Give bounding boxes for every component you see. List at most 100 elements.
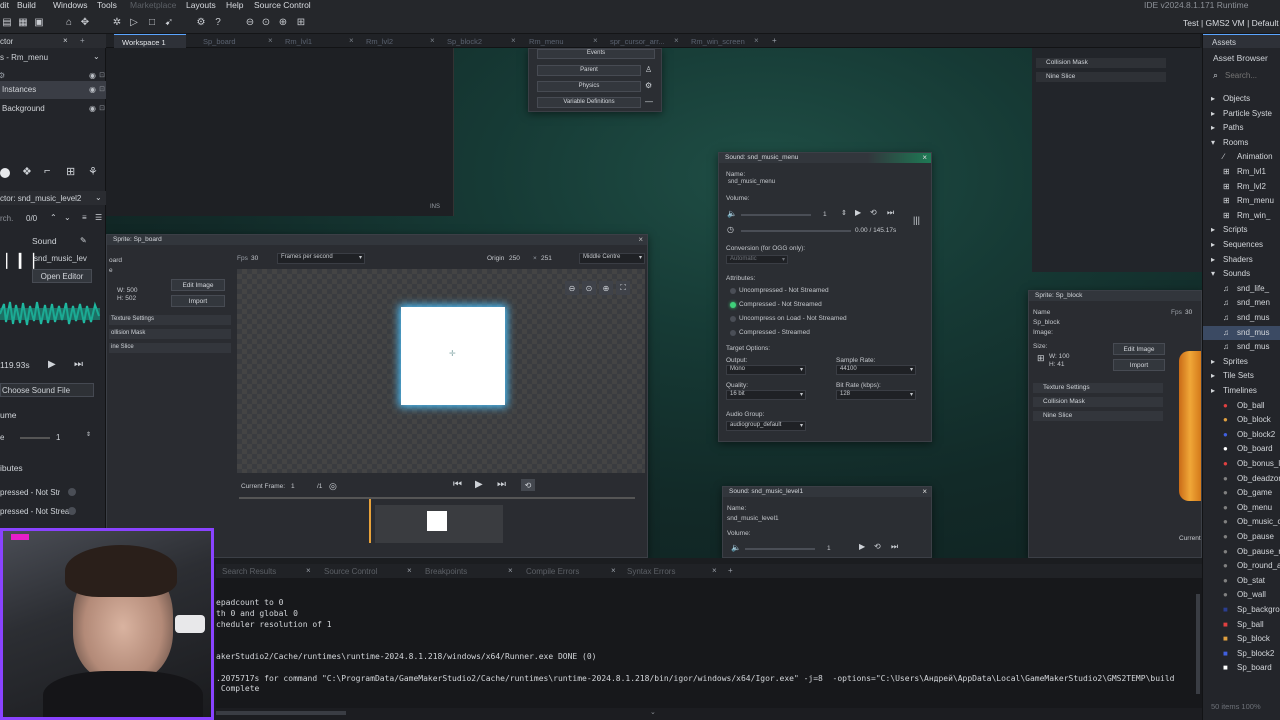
tab-source-control[interactable]: Source Control (324, 567, 377, 576)
nine-slice-section[interactable]: Nine Slice (1033, 411, 1163, 421)
close-icon[interactable]: × (407, 566, 412, 575)
collision-mask-section[interactable]: Collision Mask (1036, 58, 1166, 68)
skip-end-icon[interactable]: ⏭ (74, 359, 83, 370)
tile-layer-icon[interactable]: ❖ (22, 165, 32, 178)
asset-item[interactable]: ● Ob_round_a (1203, 559, 1280, 573)
asset-item[interactable]: ▾ Sounds (1203, 267, 1280, 281)
edit-image-button[interactable]: Edit Image (171, 279, 225, 291)
attribute-option[interactable]: Uncompressed - Not Streamed (739, 287, 829, 294)
stop-icon[interactable]: □ (145, 15, 159, 29)
close-icon[interactable]: × (430, 36, 435, 45)
progress-bar[interactable] (741, 230, 851, 232)
asset-item[interactable]: ● Ob_board (1203, 442, 1280, 456)
assets-tab[interactable]: Assets (1203, 34, 1280, 48)
audio-group-select[interactable]: audiogroup_default ▾ (726, 421, 806, 431)
output-select[interactable]: Mono ▾ (726, 365, 806, 375)
asset-search-input[interactable] (1225, 68, 1279, 82)
menu-icon[interactable]: ☰ (95, 213, 102, 222)
zoom-in-icon[interactable]: ⊕ (599, 281, 613, 295)
tab-rm-win-screen[interactable]: Rm_win_screen (691, 34, 745, 48)
chevron-down-icon[interactable]: ⌄ (93, 52, 100, 61)
horizontal-scrollbar[interactable] (216, 711, 346, 715)
menu-windows[interactable]: Windows (53, 0, 87, 10)
scrollbar[interactable] (1196, 594, 1200, 694)
volume-slider[interactable] (20, 437, 50, 439)
collision-mask-section[interactable]: Collision Mask (1033, 397, 1163, 407)
play-icon[interactable]: ▶ (855, 208, 861, 217)
asset-item[interactable]: ● Ob_block2 (1203, 428, 1280, 442)
close-icon[interactable]: × (922, 153, 927, 162)
tab-sp-board[interactable]: Sp_board (203, 34, 236, 48)
conversion-select[interactable]: Automatic ▾ (726, 255, 788, 264)
attr-option-2[interactable]: pressed - Not Streai (0, 507, 71, 516)
asset-item[interactable]: ■ Sp_ball (1203, 618, 1280, 632)
filter-icon[interactable]: ≡ (82, 213, 87, 222)
tab-workspace-1[interactable]: Workspace 1 (114, 34, 186, 48)
asset-item[interactable]: ■ Sp_block (1203, 632, 1280, 646)
pin-icon[interactable]: ✎ (80, 236, 87, 245)
asset-item[interactable]: ■ Sp_backgro (1203, 603, 1280, 617)
sprite-image[interactable]: ✛ (401, 307, 505, 405)
asset-item[interactable]: ▸ Shaders (1203, 253, 1280, 267)
run-icon[interactable]: ▷ (127, 15, 141, 29)
stepper-icon[interactable]: ⇕ (86, 431, 91, 438)
zoom-in-icon[interactable]: ⊕ (276, 15, 290, 29)
layer-background[interactable]: Background ◉ ⊡ (0, 100, 106, 118)
target-selector[interactable]: Test | GMS2 VM | Default (1183, 18, 1279, 28)
nine-slice-section[interactable]: ine Slice (109, 343, 231, 353)
tab-rm-lvl2[interactable]: Rm_lvl2 (366, 34, 393, 48)
lock-icon[interactable]: ⊡ (99, 85, 105, 93)
volume-value[interactable]: 1 (827, 545, 831, 552)
eye-icon[interactable]: ◉ (89, 71, 96, 80)
close-icon[interactable]: × (922, 487, 927, 496)
choose-sound-file-button[interactable]: Choose Sound File (0, 383, 94, 397)
loop-icon[interactable]: ⟲ (870, 208, 877, 217)
tab-spr-cursor[interactable]: spr_cursor_arr... (610, 34, 665, 48)
layer-instances[interactable]: Instances ◉ ⊡ (0, 81, 106, 99)
asset-item[interactable]: ♫ snd_mus (1203, 311, 1280, 325)
skip-end-icon[interactable]: ⏭ (887, 208, 894, 218)
asset-item[interactable]: ▸ Scripts (1203, 223, 1280, 237)
resize-icon[interactable]: ⊞ (1037, 353, 1045, 364)
radio-icon[interactable] (730, 302, 736, 308)
origin-y[interactable]: 251 (541, 255, 552, 262)
chevron-down-icon[interactable]: ⌄ (95, 193, 102, 202)
asset-item[interactable]: ● Ob_bonus_l (1203, 457, 1280, 471)
edit-image-button[interactable]: Edit Image (1113, 343, 1165, 355)
help-icon[interactable]: ? (211, 15, 225, 29)
origin-x[interactable]: 250 (509, 255, 520, 262)
radio-icon[interactable] (68, 488, 76, 496)
path-layer-icon[interactable]: ⌐ (44, 165, 50, 177)
asset-item[interactable]: ⊞ Rm_menu (1203, 194, 1280, 208)
fit-icon[interactable]: ⛶ (616, 281, 630, 295)
zoom-out-icon[interactable]: ⊖ (243, 15, 257, 29)
package-icon[interactable]: ✥ (78, 15, 92, 29)
fps-value[interactable]: 30 (1185, 309, 1192, 316)
menu-build[interactable]: Build (17, 0, 36, 10)
close-icon[interactable]: × (508, 566, 513, 575)
asset-item[interactable]: ▸ Timelines (1203, 384, 1280, 398)
new-icon[interactable]: ▤ (0, 15, 14, 29)
loop-icon[interactable]: ⟲ (521, 479, 535, 491)
tab-rm-lvl1[interactable]: Rm_lvl1 (285, 34, 312, 48)
origin-mode-select[interactable]: Middle Centre ▾ (579, 253, 645, 264)
add-tab-icon[interactable]: + (728, 566, 733, 575)
attribute-option[interactable]: Uncompress on Load - Not Streamed (739, 315, 847, 322)
fps-mode-select[interactable]: Frames per second ▾ (277, 253, 365, 264)
tab-compile-errors[interactable]: Compile Errors (526, 567, 579, 576)
close-icon[interactable]: × (712, 566, 717, 575)
name-value[interactable]: snd_music_level1 (727, 515, 779, 522)
texture-settings-section[interactable]: Texture Settings (109, 315, 231, 325)
instance-layer-icon[interactable] (0, 168, 10, 178)
sample-rate-select[interactable]: 44100 ▾ (836, 365, 916, 375)
close-icon[interactable]: × (63, 36, 68, 45)
attr-option-1[interactable]: pressed - Not Str (0, 488, 60, 497)
settings-icon[interactable]: ⚙ (194, 15, 208, 29)
onion-skin-icon[interactable]: ◎ (329, 481, 337, 492)
asset-item[interactable]: ● Ob_stat (1203, 574, 1280, 588)
filter-layer-icon[interactable]: ⚘ (88, 165, 98, 178)
zoom-reset-icon[interactable]: ⊙ (259, 15, 273, 29)
tab-sp-block2[interactable]: Sp_block2 (447, 34, 482, 48)
tab-breakpoints[interactable]: Breakpoints (425, 567, 467, 576)
asset-item[interactable]: ♫ snd_mus (1203, 340, 1280, 354)
